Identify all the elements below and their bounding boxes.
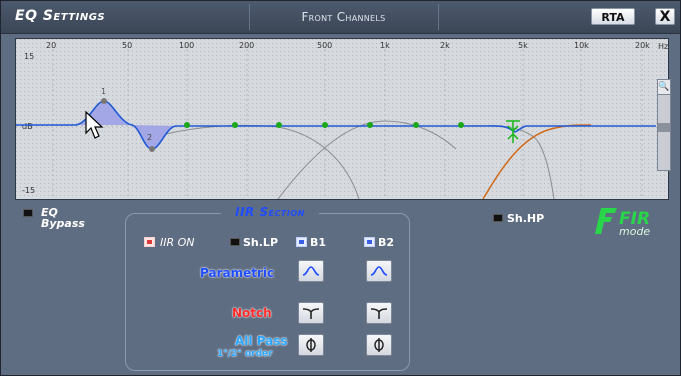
- peak-filter-icon: [370, 266, 388, 276]
- freq-tick-label: 2k: [440, 41, 450, 50]
- b1-parametric-button[interactable]: [298, 260, 324, 282]
- eq-band-point[interactable]: [184, 122, 190, 128]
- iir-on-led[interactable]: [144, 237, 155, 247]
- fir-mode-logo[interactable]: FIR mode: [595, 206, 659, 236]
- eq-point-2-label: 2: [147, 133, 152, 142]
- freq-tick-label: 200: [239, 41, 254, 50]
- phase-icon: [306, 338, 316, 352]
- phase-icon: [374, 338, 384, 352]
- eq-bypass-line2: Bypass: [41, 217, 85, 230]
- b1-led[interactable]: [296, 237, 307, 247]
- eq-point-1[interactable]: [101, 98, 107, 104]
- freq-tick-label: 1k: [380, 41, 390, 50]
- eq-band-point[interactable]: [322, 122, 328, 128]
- allpass-label: All Pass: [235, 334, 288, 348]
- db-top-label: 15: [24, 52, 34, 61]
- zoom-scroll-thumb[interactable]: [658, 123, 670, 132]
- notch-label: Notch: [232, 306, 272, 320]
- sh-hp-led[interactable]: [493, 214, 503, 222]
- eq-bypass-led[interactable]: [23, 209, 33, 217]
- freq-tick-label: 10k: [574, 41, 589, 50]
- freq-tick-label: 100: [179, 41, 194, 50]
- allpass-order-label: 1°/2° order: [217, 349, 273, 359]
- iir-section-title: IIR Section: [221, 205, 319, 219]
- sh-hp-label[interactable]: Sh.HP: [507, 212, 544, 225]
- b2-notch-button[interactable]: [366, 302, 392, 324]
- title-separator: [438, 4, 439, 30]
- b2-label[interactable]: B2: [378, 236, 394, 249]
- b1-allpass-button[interactable]: [298, 334, 324, 356]
- eq-settings-window: EQ Settings Front Channels RTA X 20 50 1…: [0, 0, 681, 376]
- eq-band-point[interactable]: [276, 122, 282, 128]
- freq-tick-label: 5k: [518, 41, 528, 50]
- notch-filter-icon: [302, 308, 320, 319]
- eq-graph-canvas: 20 50 100 200 500 1k 2k 5k 10k 20k Hz 15…: [16, 39, 668, 199]
- iir-on-label[interactable]: IIR ON: [160, 236, 195, 249]
- close-button[interactable]: X: [655, 8, 675, 25]
- freq-tick-label: 500: [317, 41, 332, 50]
- sh-lp-label[interactable]: Sh.LP: [243, 236, 278, 249]
- eq-band-point[interactable]: [232, 122, 238, 128]
- freq-unit-label: Hz: [658, 42, 668, 51]
- freq-tick-label: 50: [122, 41, 132, 50]
- b1-label[interactable]: B1: [310, 236, 326, 249]
- eq-bypass-label[interactable]: EQ Bypass: [41, 207, 85, 229]
- eq-point-1-label: 1: [101, 87, 106, 96]
- window-title: EQ Settings: [15, 8, 106, 24]
- freq-tick-label: 20k: [635, 41, 650, 50]
- channel-title: Front Channels: [301, 10, 386, 24]
- fir-logo-sub: mode: [619, 225, 650, 236]
- eq-band-point[interactable]: [367, 122, 373, 128]
- parametric-label: Parametric: [200, 266, 275, 280]
- eq-band-point[interactable]: [413, 122, 419, 128]
- eq-graph[interactable]: 20 50 100 200 500 1k 2k 5k 10k 20k Hz 15…: [15, 38, 669, 200]
- b2-allpass-button[interactable]: [366, 334, 392, 356]
- eq-band-point[interactable]: [458, 122, 464, 128]
- eq-point-2[interactable]: [149, 146, 155, 152]
- b2-led[interactable]: [364, 237, 375, 247]
- freq-tick-label: 20: [46, 41, 56, 50]
- mouse-cursor-icon: [85, 111, 104, 139]
- sh-lp-led[interactable]: [230, 238, 240, 246]
- zoom-icon[interactable]: 🔍: [657, 79, 671, 95]
- peak-filter-icon: [302, 266, 320, 276]
- rta-button[interactable]: RTA: [591, 8, 635, 25]
- db-bottom-label: -15: [22, 186, 35, 195]
- notch-filter-icon: [370, 308, 388, 319]
- b2-parametric-button[interactable]: [366, 260, 392, 282]
- db-axis-label: dB: [22, 122, 33, 131]
- title-bar: EQ Settings Front Channels RTA X: [1, 1, 680, 34]
- b1-notch-button[interactable]: [298, 302, 324, 324]
